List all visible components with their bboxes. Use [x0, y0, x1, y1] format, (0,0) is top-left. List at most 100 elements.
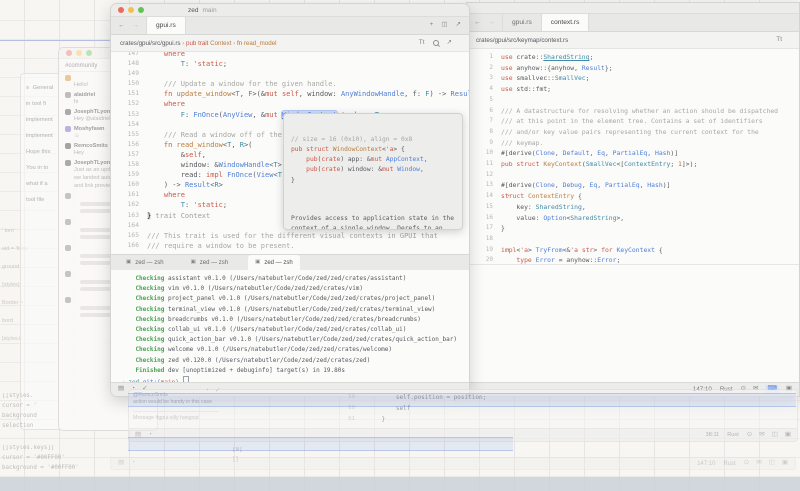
code-editor[interactable]: 147 where148 T: 'static;149150 /// Updat… [111, 52, 469, 254]
maximize-icon[interactable] [138, 7, 144, 13]
code-line: 18 [475, 234, 799, 245]
code-token: std::fmt; [513, 85, 551, 93]
tab-gpui-rs[interactable]: gpui.rs [146, 17, 186, 34]
project-panel-icon[interactable]: ▤ [118, 386, 124, 393]
terminal-output[interactable]: Checking assistant v0.1.0 (/Users/natebu… [111, 270, 469, 385]
nav-forward-icon[interactable]: → [488, 19, 495, 26]
new-tab-icon[interactable]: + [430, 22, 434, 29]
project-panel-icon[interactable]: ▤ [118, 460, 124, 467]
language: Rust [727, 432, 739, 438]
code-text [501, 95, 799, 106]
traffic-lights [66, 50, 92, 56]
line-number: 152 [117, 99, 147, 109]
code-token: /// A datastructure for resolving whethe… [501, 107, 778, 115]
code-text: use crate::SharedString; [501, 52, 799, 63]
code-token: smallvec:: [513, 74, 555, 82]
code-token: Error [597, 256, 616, 264]
code-text: where [147, 52, 469, 59]
project-title[interactable]: zed [188, 7, 198, 14]
split-pane-icon[interactable]: ◫ [441, 22, 447, 29]
split-icon[interactable]: ◫ [769, 460, 775, 467]
code-token: quick_action_bar v0.1.0 (/Users/natebutl… [164, 336, 457, 343]
code-token: ) window: & [340, 166, 382, 173]
nav-back-icon[interactable]: ← [118, 22, 125, 29]
line-number: 147 [117, 52, 147, 59]
copilot-icon[interactable]: ⊙ [744, 460, 749, 467]
code-token: pub trait [186, 40, 210, 47]
code-line: 11pub struct KeyContext(SmallVec<[Contex… [475, 159, 799, 170]
code-text: #[derive(Clone, Default, Eq, PartialEq, … [501, 148, 799, 159]
terminal-icon[interactable]: ▣ [785, 432, 791, 439]
breadcrumb[interactable]: crates/gpui/src/keymap/context.rs Tt [467, 32, 799, 49]
branch-name[interactable]: main [202, 7, 216, 14]
code-token: breadcrumbs v0.1.0 (/Users/natebutler/Co… [164, 316, 420, 323]
code-token: Checking [121, 275, 164, 282]
code-token: #[derive( [501, 181, 536, 189]
breadcrumb[interactable]: crates/gpui/src/gpui.rs › pub trait Cont… [111, 35, 469, 52]
nav-forward-icon[interactable]: → [132, 22, 139, 29]
code-text: key: SharedString, [501, 202, 799, 213]
line-number: 159 [117, 170, 147, 180]
close-icon[interactable] [118, 7, 124, 13]
code-text: /// This trait is used for the different… [147, 231, 469, 241]
code-token: crate:: [513, 53, 544, 61]
fold-chevron-icon[interactable]: ▾ [507, 245, 510, 256]
code-token: impl [206, 171, 223, 179]
terminal-tab[interactable]: ▣zed — zsh [248, 255, 300, 270]
minimize-icon[interactable] [128, 7, 134, 13]
code-token: SmallVec [586, 160, 617, 168]
code-token: 'static [193, 201, 223, 209]
text-line: Checking breadcrumbs v0.1.0 (/Users/nate… [121, 315, 469, 325]
chat-line: action would be handy in this case [133, 399, 219, 406]
fold-chevron-icon[interactable]: ▾ [507, 191, 510, 202]
split-icon[interactable]: ◫ [772, 432, 778, 439]
feedback-icon[interactable]: ✉ [756, 460, 761, 467]
collab-icon[interactable]: ◔ [131, 460, 135, 467]
faded-bottom-bar [0, 477, 800, 491]
code-line: 6/// A datastructure for resolving wheth… [475, 106, 799, 117]
code-token: /// require a window to be present. [147, 242, 295, 250]
buffer-font-icon[interactable]: Tt [776, 37, 782, 44]
code-token: PartialEq [613, 149, 648, 157]
code-token: > [528, 246, 536, 254]
collab-icon[interactable]: ◔ [205, 388, 209, 395]
code-text: value: Option<SharedString>, [501, 213, 799, 224]
buffer-font-icon[interactable]: Tt [419, 40, 425, 47]
line-number: 154 [117, 120, 147, 130]
feedback-icon[interactable]: ✉ [759, 432, 764, 439]
code-token: key: [501, 203, 536, 211]
code-text: use anyhow::{anyhow, Result}; [501, 63, 799, 74]
tab-context-rs[interactable]: context.rs [542, 14, 590, 31]
code-token: }; [605, 64, 613, 72]
code-line: 59 self.position = position; [339, 392, 486, 403]
code-token: KeyContext [617, 246, 655, 254]
code-token: > [278, 161, 282, 169]
code-token: str [582, 246, 594, 254]
code-editor[interactable]: 1ϟuse crate::SharedString;2use anyhow::{… [467, 49, 799, 264]
code-token: { [574, 192, 582, 200]
diagnostics-icon[interactable]: ✓ [215, 388, 220, 395]
copilot-icon[interactable]: ⊙ [747, 432, 752, 439]
collab-icon[interactable]: ◔ [148, 432, 152, 439]
line-number: 12 [475, 170, 501, 181]
search-icon[interactable] [433, 40, 439, 46]
code-text [501, 170, 799, 181]
code-token: )] [670, 149, 678, 157]
code-token: Checking [121, 346, 164, 353]
code-text: self [367, 403, 486, 414]
text-line: Checking terminal_view v0.1.0 (/Users/na… [121, 305, 469, 315]
line-number: 7 [475, 116, 501, 127]
code-token: mut [382, 166, 393, 173]
tab-gpui-rs[interactable]: gpui.rs [502, 14, 542, 31]
nav-back-icon[interactable]: ← [474, 19, 481, 26]
popup-signature: // size = 16 (0x10), align = 0x8pub stru… [291, 135, 455, 186]
terminal-tab[interactable]: ▣zed — zsh [184, 255, 236, 270]
terminal-icon[interactable]: ▣ [782, 460, 788, 467]
terminal-tab[interactable]: ▣zed — zsh [119, 255, 171, 270]
terminal-tab-label: zed — zsh [200, 260, 228, 266]
zoom-pane-icon[interactable]: ↗ [456, 22, 461, 29]
project-panel-icon[interactable]: ▤ [135, 432, 141, 439]
line-number: 3 [475, 73, 501, 84]
code-line: 12 [475, 170, 799, 181]
expand-icon[interactable]: ↗ [447, 40, 452, 47]
